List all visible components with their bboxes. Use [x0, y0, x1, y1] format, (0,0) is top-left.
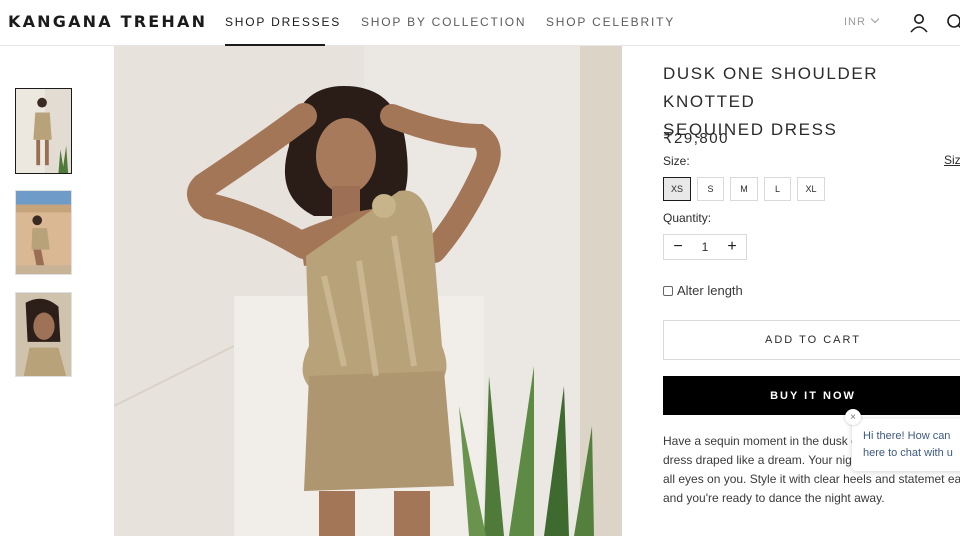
currency-selector[interactable]: INR	[844, 14, 880, 28]
size-option-xl[interactable]: XL	[797, 177, 825, 201]
nav-shop-celebrity[interactable]: SHOP CELEBRITY	[546, 15, 675, 29]
description-line: all eyes on you. Style it with clear hee…	[663, 472, 960, 486]
chat-message-line: Hi there! How can	[863, 430, 951, 442]
thumbnail-1-image	[16, 89, 71, 173]
brand-logo[interactable]: KANGANA TREHAN	[8, 12, 207, 31]
chat-close-icon[interactable]: ×	[845, 409, 861, 425]
product-photo	[114, 46, 622, 536]
quantity-input[interactable]: 1	[692, 235, 718, 259]
chevron-down-icon	[870, 14, 880, 24]
quantity-stepper: − 1 +	[663, 234, 747, 260]
user-icon[interactable]	[909, 13, 929, 33]
quantity-increase-button[interactable]: +	[718, 235, 746, 259]
chat-popup[interactable]: Hi there! How can here to chat with u	[852, 419, 960, 471]
alter-length-checkbox[interactable]	[663, 285, 673, 296]
size-option-m[interactable]: M	[730, 177, 758, 201]
alter-length-label: Alter length	[677, 283, 743, 298]
size-label: Size:	[663, 154, 690, 168]
quantity-label: Quantity:	[663, 211, 712, 225]
thumbnail-2-image	[16, 191, 71, 274]
product-main-image[interactable]	[114, 46, 622, 536]
chat-message-line: here to chat with u	[863, 447, 953, 459]
description-line: and you're ready to dance the night away…	[663, 491, 885, 505]
thumbnail-3-image	[16, 293, 71, 376]
nav-shop-by-collection[interactable]: SHOP BY COLLECTION	[361, 15, 526, 29]
thumbnail-3[interactable]	[15, 292, 72, 377]
add-to-cart-button[interactable]: ADD TO CART	[663, 320, 960, 360]
size-option-s[interactable]: S	[697, 177, 724, 201]
buy-it-now-button[interactable]: BUY IT NOW	[663, 376, 960, 415]
search-icon[interactable]	[946, 13, 960, 33]
alter-length-option[interactable]: Alter length	[663, 283, 743, 298]
currency-label: INR	[844, 16, 866, 28]
thumbnail-1[interactable]	[15, 88, 72, 174]
size-option-l[interactable]: L	[764, 177, 791, 201]
product-price: ₹29,800	[663, 130, 729, 147]
product-title-line: DUSK ONE SHOULDER KNOTTED	[663, 64, 879, 111]
site-header: KANGANA TREHAN SHOP DRESSES SHOP BY COLL…	[0, 0, 960, 46]
thumbnail-2[interactable]	[15, 190, 72, 275]
quantity-decrease-button[interactable]: −	[664, 235, 692, 259]
nav-shop-dresses[interactable]: SHOP DRESSES	[225, 15, 341, 29]
size-chart-link[interactable]: Siz	[944, 153, 960, 167]
size-option-xs[interactable]: XS	[663, 177, 691, 201]
